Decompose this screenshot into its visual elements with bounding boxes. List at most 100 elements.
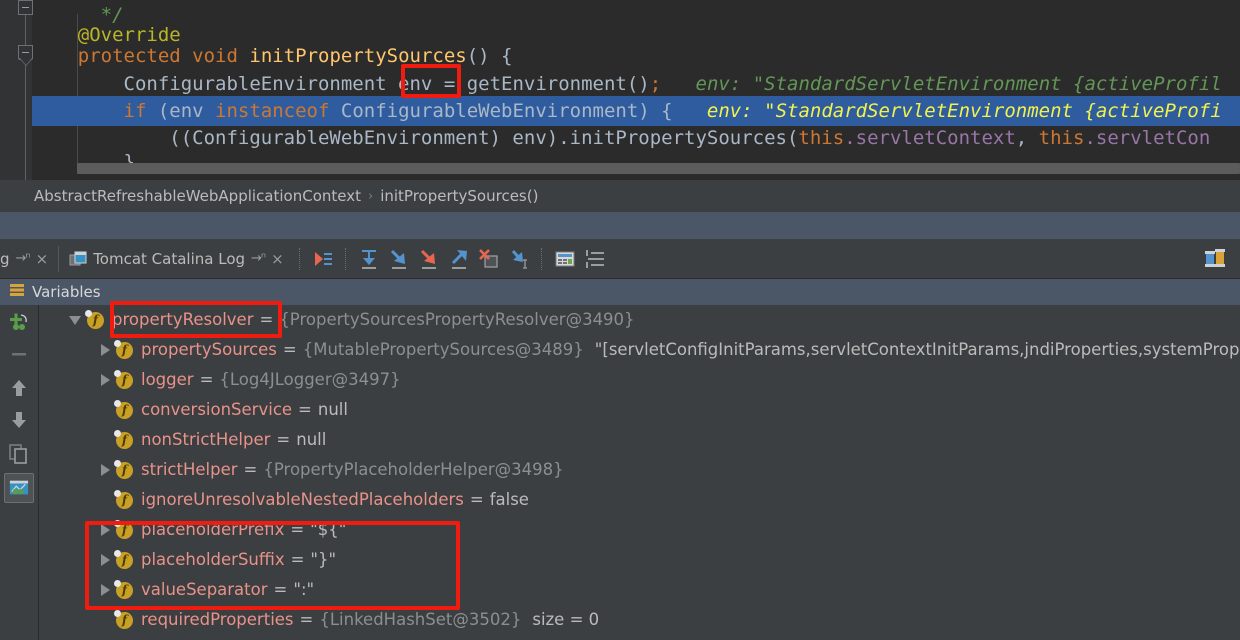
- variable-row[interactable]: f ignoreUnresolvableNestedPlaceholders = fa…: [39, 485, 1240, 515]
- step-into-button[interactable]: [384, 244, 414, 274]
- variable-row[interactable]: f nonStrictHelper = null: [39, 425, 1240, 455]
- variable-row[interactable]: f logger = {Log4JLogger@3497}: [39, 365, 1240, 395]
- code-editor[interactable]: */ @Override protected void initProperty…: [0, 0, 1240, 180]
- restore-layout-button[interactable]: [1200, 244, 1230, 274]
- equals-sign: =: [199, 370, 214, 389]
- variable-row[interactable]: f propertySources = {MutablePropertySources…: [39, 335, 1240, 365]
- line-method-sig[interactable]: protected void initPropertySources() {: [32, 41, 1240, 71]
- breadcrumb[interactable]: AbstractRefreshableWebApplicationContext…: [0, 180, 1240, 212]
- equals-sign: =: [290, 520, 305, 539]
- chevron-right-icon[interactable]: [101, 524, 110, 536]
- layout-settings-button[interactable]: [580, 244, 610, 274]
- variable-row[interactable]: f propertyResolver = {PropertySourcesProper…: [39, 305, 1240, 335]
- line-if-instanceof[interactable]: if (env instanceof ConfigurableWebEnviro…: [32, 96, 1240, 126]
- variable-name: ignoreUnresolvableNestedPlaceholders: [141, 490, 464, 509]
- code-token: ((ConfigurableWebEnvironment) env).initP…: [32, 127, 799, 149]
- watches-toolbar[interactable]: [0, 305, 39, 640]
- chevron-down-icon[interactable]: [69, 315, 81, 325]
- run-to-cursor-button[interactable]: [504, 244, 534, 274]
- variable-name: placeholderPrefix: [141, 520, 285, 539]
- pin-icon[interactable]: →ⁿ: [16, 251, 31, 266]
- show-execution-point-icon: [314, 251, 332, 266]
- code-token: instanceof: [215, 100, 330, 122]
- equals-sign: =: [243, 460, 258, 479]
- field-icon: f: [114, 339, 133, 359]
- code-text-area[interactable]: */ @Override protected void initProperty…: [32, 0, 1240, 180]
- breadcrumb-item-method[interactable]: initPropertySources(): [380, 187, 538, 205]
- remove-watch-button[interactable]: [4, 339, 34, 369]
- inspect-button[interactable]: [4, 473, 34, 503]
- equals-sign: =: [276, 430, 291, 449]
- chevron-right-icon[interactable]: [101, 584, 110, 596]
- variable-value-extra: "[servletConfigInitParams,servletContext…: [594, 340, 1240, 359]
- code-token: env:: [672, 100, 765, 122]
- code-token: ,: [1015, 127, 1039, 149]
- variables-panel[interactable]: f propertyResolver = {PropertySourcesProper…: [0, 305, 1240, 640]
- variable-value: null: [317, 400, 348, 419]
- variables-panel-header[interactable]: Variables: [0, 279, 1240, 305]
- force-step-into-button[interactable]: [414, 244, 444, 274]
- variable-row[interactable]: f valueSeparator = ":": [39, 575, 1240, 605]
- copy-value-button[interactable]: [4, 439, 34, 469]
- variable-name: strictHelper: [141, 460, 238, 479]
- show-execution-point-button[interactable]: [308, 244, 338, 274]
- chevron-right-icon[interactable]: [101, 464, 110, 476]
- field-icon: f: [114, 459, 133, 479]
- code-token: protected: [77, 45, 181, 67]
- chevron-right-icon[interactable]: [101, 344, 110, 356]
- field-icon: f: [114, 549, 133, 569]
- variable-value: null: [296, 430, 327, 449]
- pin-icon[interactable]: →ⁿ: [251, 251, 266, 266]
- step-into-icon: [390, 249, 406, 269]
- variable-value: {LinkedHashSet@3502}: [319, 610, 522, 629]
- chevron-right-icon[interactable]: [101, 554, 110, 566]
- move-watch-up-button[interactable]: [4, 373, 34, 403]
- inspect-icon: [9, 480, 29, 495]
- variable-value: {PropertyPlaceholderHelper@3498}: [263, 460, 564, 479]
- close-icon[interactable]: ×: [36, 250, 49, 268]
- gutter-rail: [25, 14, 26, 180]
- copy-icon: [9, 444, 27, 464]
- drop-frame-button[interactable]: [474, 244, 504, 274]
- toolbar-divider: [344, 247, 347, 270]
- variable-row[interactable]: f placeholderPrefix = "${": [39, 515, 1240, 545]
- step-over-button[interactable]: [354, 244, 384, 274]
- editor-horizontal-scrollbar[interactable]: [77, 163, 1240, 174]
- arrow-down-icon: [12, 412, 26, 428]
- equals-sign: =: [469, 490, 484, 509]
- variables-tree[interactable]: f propertyResolver = {PropertySourcesProper…: [39, 305, 1240, 640]
- new-watch-button[interactable]: [4, 307, 34, 337]
- variable-row[interactable]: f strictHelper = {PropertyPlaceholderHelper…: [39, 455, 1240, 485]
- chevron-right-icon[interactable]: [101, 374, 110, 386]
- variable-value-extra: size = 0: [532, 610, 600, 629]
- evaluate-expression-icon: [555, 251, 575, 266]
- step-out-button[interactable]: [444, 244, 474, 274]
- field-icon: f: [85, 309, 104, 329]
- tab-truncated-label: g: [0, 249, 10, 268]
- move-watch-down-button[interactable]: [4, 405, 34, 435]
- variable-value: ":": [293, 580, 315, 599]
- evaluate-expression-button[interactable]: [550, 244, 580, 274]
- code-token: .servletContext: [844, 127, 1016, 149]
- tab-truncated-log[interactable]: g →ⁿ ×: [0, 239, 56, 278]
- code-token: (env: [146, 100, 216, 122]
- variable-row[interactable]: f placeholderSuffix = "}": [39, 545, 1240, 575]
- line-env-assign[interactable]: ConfigurableEnvironment env = getEnviron…: [32, 69, 1240, 99]
- debug-toolbar[interactable]: g →ⁿ × Tomcat Catalina Log →ⁿ ×: [0, 239, 1240, 279]
- code-token: () {: [466, 45, 513, 67]
- variable-name: logger: [141, 370, 194, 389]
- variable-row[interactable]: f requiredProperties = {LinkedHashSet@3502}…: [39, 605, 1240, 635]
- restore-layout-icon: [1205, 248, 1225, 267]
- minus-icon: [12, 353, 26, 356]
- editor-gutter[interactable]: [0, 0, 33, 180]
- step-out-icon: [451, 249, 467, 269]
- variable-row[interactable]: f conversionService = null: [39, 395, 1240, 425]
- code-token: "StandardServletEnvironment {activeProfi…: [752, 73, 1222, 95]
- breadcrumb-item-class[interactable]: AbstractRefreshableWebApplicationContext: [34, 187, 361, 205]
- tab-tomcat-catalina-log[interactable]: Tomcat Catalina Log →ⁿ ×: [61, 239, 291, 278]
- code-fold-marker-top[interactable]: [18, 0, 33, 15]
- close-icon[interactable]: ×: [271, 250, 284, 268]
